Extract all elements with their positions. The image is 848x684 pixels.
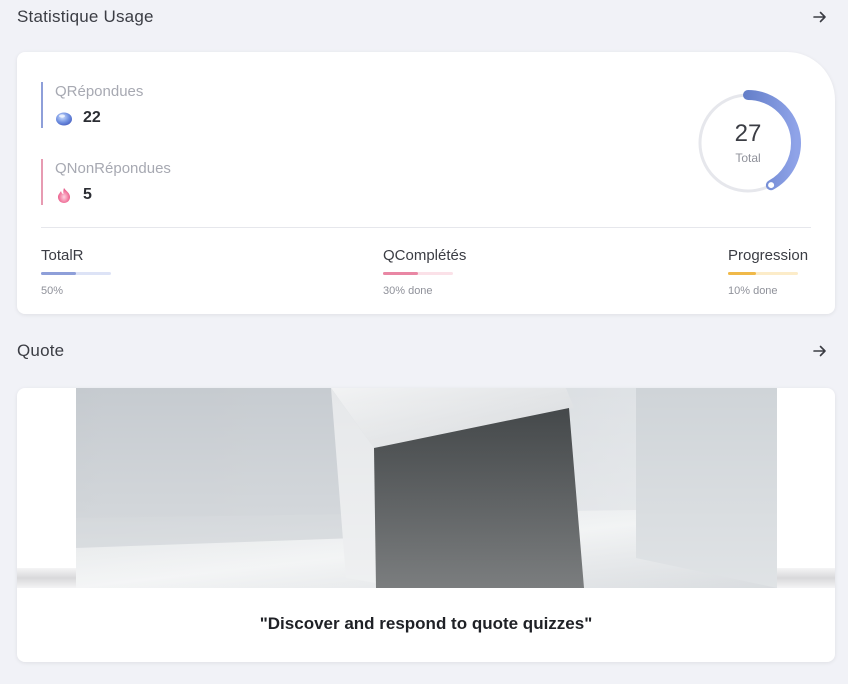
quote-text: "Discover and respond to quote quizzes" <box>259 614 593 633</box>
arrow-right-icon[interactable] <box>809 6 831 28</box>
stats-divider <box>41 227 811 228</box>
metric-progression-label: Progression <box>728 247 809 264</box>
cube-in-room-image <box>76 388 777 588</box>
metric-qcompletes-fill <box>383 272 418 275</box>
quote-card[interactable]: "Discover and respond to quote quizzes" <box>17 388 835 662</box>
stat-unanswered-accent <box>41 159 43 205</box>
ring-total-value: 27 <box>734 120 762 147</box>
ring-total-label: Total <box>735 151 761 165</box>
stat-answered-label: QRépondues <box>55 83 144 100</box>
metric-totalr-fill <box>41 272 76 275</box>
arrow-right-icon[interactable] <box>809 340 831 362</box>
stats-card: QRépondues 22 QNonRépondues 5 27 Total T… <box>17 52 835 314</box>
stat-unanswered: QNonRépondues 5 <box>41 159 171 205</box>
metric-qcompletes-label: QComplétés <box>383 247 467 264</box>
blue-orb-icon <box>56 112 72 126</box>
metric-progression-fill <box>728 272 756 275</box>
metric-progression: Progression 10% done <box>728 246 808 297</box>
stat-answered: QRépondues 22 <box>41 82 143 128</box>
metric-qcompletes: QComplétés 30% done <box>383 246 466 297</box>
metric-qcompletes-track <box>383 272 453 275</box>
metric-qcompletes-note: 30% done <box>383 285 433 297</box>
stat-answered-accent <box>41 82 43 128</box>
stat-answered-value: 22 <box>83 109 101 126</box>
stat-unanswered-label: QNonRépondues <box>55 160 171 177</box>
pink-flame-icon <box>58 188 70 203</box>
total-ring: 27 Total <box>693 88 803 198</box>
metric-totalr-note: 50% <box>41 285 64 297</box>
metric-totalr-label: TotalR <box>41 247 84 264</box>
metric-totalr: TotalR 50% <box>41 246 111 297</box>
stats-section-title: Statistique Usage <box>17 7 154 26</box>
metric-progression-track <box>728 272 798 275</box>
quote-section-header: Quote <box>17 336 831 366</box>
quote-section-title: Quote <box>17 341 65 360</box>
metric-progression-note: 10% done <box>728 285 778 297</box>
stats-section-header: Statistique Usage <box>17 2 831 32</box>
metric-totalr-track <box>41 272 111 275</box>
stat-unanswered-value: 5 <box>83 186 92 203</box>
